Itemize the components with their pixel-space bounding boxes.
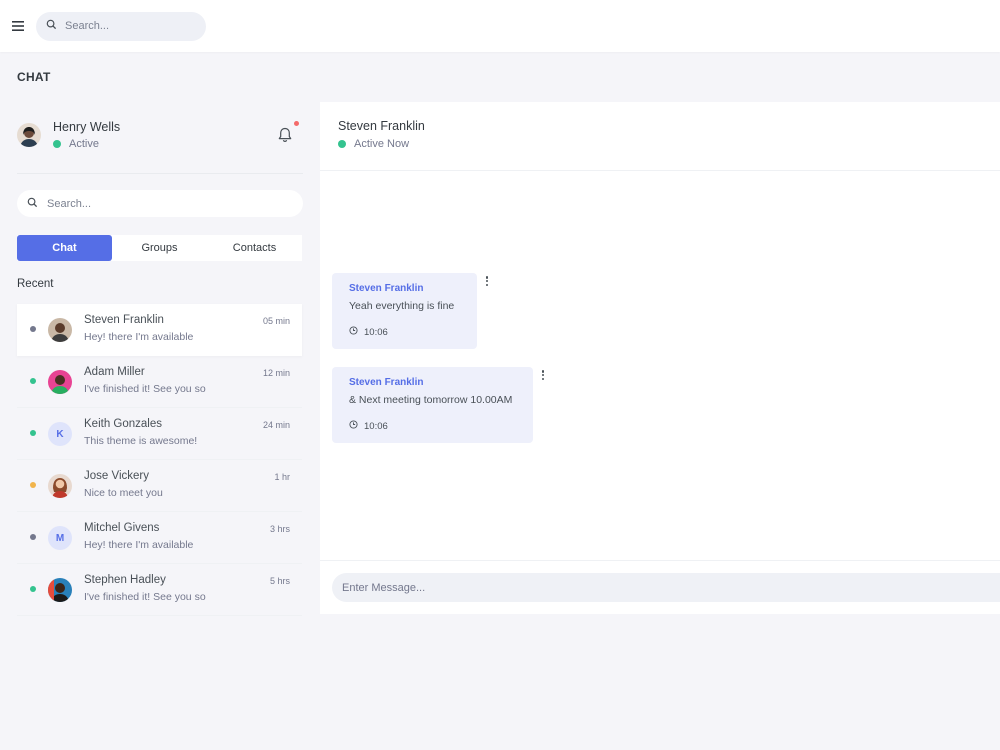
search-icon xyxy=(46,17,57,35)
conversation-item[interactable]: Jose Vickery Nice to meet you 1 hr xyxy=(17,460,302,512)
hamburger-menu-icon[interactable] xyxy=(11,19,25,33)
status-dot xyxy=(30,586,36,592)
conversation-preview: I've finished it! See you so xyxy=(84,591,206,603)
avatar xyxy=(48,370,72,394)
conversation-preview: This theme is awesome! xyxy=(84,435,198,447)
conversation-name: Mitchel Givens xyxy=(84,522,160,534)
current-user-header: Henry Wells Active xyxy=(17,118,303,174)
conversation-item[interactable]: Adam Miller I've finished it! See you so… xyxy=(17,356,302,408)
chat-header: Steven Franklin Active Now xyxy=(320,102,1000,171)
message-options-icon[interactable] xyxy=(483,274,491,288)
conversation-time: 3 hrs xyxy=(269,524,290,534)
notification-badge xyxy=(294,121,299,126)
conversation-time: 1 hr xyxy=(274,472,290,482)
conversation-item[interactable]: Stephen Hadley I've finished it! See you… xyxy=(17,564,302,616)
page-title: CHAT xyxy=(17,70,51,84)
message-text: Yeah everything is fine xyxy=(349,300,455,312)
chat-contact-status: Active Now xyxy=(338,138,409,150)
clock-icon xyxy=(349,420,364,432)
avatar xyxy=(48,474,72,498)
sidebar-search-box xyxy=(17,190,303,217)
status-dot xyxy=(53,140,61,148)
conversation-time: 12 min xyxy=(262,368,290,378)
conversation-item[interactable]: K Keith Gonzales This theme is awesome! … xyxy=(17,408,302,460)
conversation-preview: Hey! there I'm available xyxy=(84,539,194,551)
status-dot xyxy=(30,430,36,436)
chat-contact-name: Steven Franklin xyxy=(338,119,425,133)
sidebar-search-input[interactable] xyxy=(47,197,267,210)
status-dot xyxy=(30,482,36,488)
message-time-text: 10:06 xyxy=(364,326,388,338)
message-input[interactable] xyxy=(342,581,942,594)
message-time: 10:06 xyxy=(349,326,388,338)
composer-area xyxy=(320,560,1000,614)
message-bubble: Steven Franklin Yeah everything is fine … xyxy=(332,273,477,349)
chat-tabs: Chat Groups Contacts xyxy=(17,235,302,261)
clock-icon xyxy=(349,326,364,338)
chat-contact-status-text: Active Now xyxy=(354,138,410,150)
chat-panel: Steven Franklin Active Now Steven Frankl… xyxy=(320,102,1000,614)
conversation-preview: Hey! there I'm available xyxy=(84,331,194,343)
conversation-list: Steven Franklin Hey! there I'm available… xyxy=(17,304,302,616)
conversation-preview: I've finished it! See you so xyxy=(84,383,206,395)
conversation-preview: Nice to meet you xyxy=(84,487,163,499)
avatar xyxy=(48,578,72,602)
current-user-status-text: Active xyxy=(69,138,99,150)
top-search-box xyxy=(36,11,206,41)
conversation-name: Jose Vickery xyxy=(84,470,149,482)
status-dot xyxy=(30,534,36,540)
message-sender: Steven Franklin xyxy=(349,377,424,388)
status-dot xyxy=(30,378,36,384)
avatar xyxy=(48,318,72,342)
tab-contacts[interactable]: Contacts xyxy=(207,235,302,261)
conversation-name: Keith Gonzales xyxy=(84,418,162,430)
bell-icon[interactable] xyxy=(278,121,299,144)
current-user-avatar[interactable] xyxy=(17,123,41,147)
current-user-name: Henry Wells xyxy=(53,120,121,134)
message-composer xyxy=(332,573,1000,602)
avatar: M xyxy=(48,526,72,550)
status-dot xyxy=(338,140,346,148)
conversation-time: 5 hrs xyxy=(269,576,290,586)
status-dot xyxy=(30,326,36,332)
tab-chat[interactable]: Chat xyxy=(17,235,112,261)
message-time-text: 10:06 xyxy=(364,420,388,432)
message-options-icon[interactable] xyxy=(539,368,547,382)
message-text: & Next meeting tomorrow 10.00AM xyxy=(349,394,513,406)
tab-groups[interactable]: Groups xyxy=(112,235,207,261)
message-time: 10:06 xyxy=(349,420,388,432)
search-icon xyxy=(27,195,38,213)
conversation-name: Adam Miller xyxy=(84,366,145,378)
message-sender: Steven Franklin xyxy=(349,283,424,294)
message-bubble: Steven Franklin & Next meeting tomorrow … xyxy=(332,367,533,443)
avatar: K xyxy=(48,422,72,446)
top-bar xyxy=(0,0,1000,52)
conversation-time: 24 min xyxy=(262,420,290,430)
conversation-item[interactable]: M Mitchel Givens Hey! there I'm availabl… xyxy=(17,512,302,564)
conversation-time: 05 min xyxy=(262,316,290,326)
current-user-status: Active xyxy=(53,138,99,150)
conversation-name: Steven Franklin xyxy=(84,314,164,326)
conversation-name: Stephen Hadley xyxy=(84,574,166,586)
conversation-item[interactable]: Steven Franklin Hey! there I'm available… xyxy=(17,304,302,356)
top-search-input[interactable] xyxy=(65,20,195,32)
recent-heading: Recent xyxy=(17,278,54,290)
